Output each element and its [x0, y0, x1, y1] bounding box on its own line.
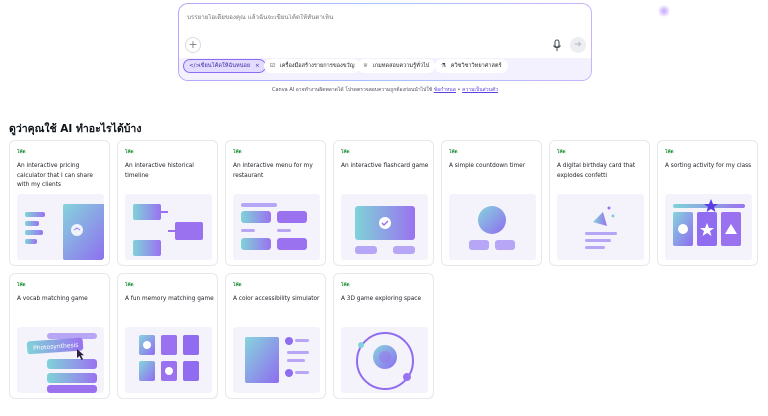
code-icon: </> [189, 63, 201, 69]
send-button[interactable]: ➔ [570, 37, 586, 53]
card-sorting-activity[interactable]: โค้ด A sorting activity for my class [657, 140, 758, 266]
card-thumbnail [557, 194, 644, 260]
card-thumbnail [233, 194, 320, 260]
card-color-accessibility[interactable]: โค้ด A color accessibility simulator [225, 273, 326, 399]
close-icon[interactable]: × [255, 63, 260, 69]
card-title: A 3D game exploring space [341, 296, 422, 302]
chip-label: เกมทดสอบความรู้ทั่วไป [372, 63, 430, 69]
card-space-game[interactable]: โค้ด A 3D game exploring space [333, 273, 434, 399]
code-badge: โค้ด [125, 150, 134, 155]
code-badge: โค้ด [665, 150, 674, 155]
card-thumbnail [665, 194, 752, 260]
trophy-icon: ♕ [363, 63, 369, 69]
code-badge: โค้ด [449, 150, 458, 155]
code-badge: โค้ด [557, 150, 566, 155]
chip-trivia-game[interactable]: ♕ เกมทดสอบความรู้ทั่วไป [357, 59, 436, 73]
microphone-icon [553, 39, 561, 51]
privacy-link[interactable]: ความเป็นส่วนตัว [462, 87, 498, 93]
chip-label: เครื่องมือสร้างรายการของขวัญ [279, 63, 355, 69]
chip-gift-list[interactable]: ☑ เครื่องมือสร้างรายการของขวัญ [264, 59, 361, 73]
card-thumbnail [341, 327, 428, 393]
card-title: An interactive historical timeline [125, 163, 194, 179]
card-title: A vocab matching game [17, 296, 88, 302]
science-icon: ⚗ [441, 63, 447, 69]
ai-disclaimer: Canva AI อาจทำงานผิดพลาดได้ โปรดตรวจสอบค… [178, 86, 592, 94]
code-badge: โค้ด [233, 150, 242, 155]
card-historical-timeline[interactable]: โค้ด An interactive historical timeline [117, 140, 218, 266]
card-countdown-timer[interactable]: โค้ด A simple countdown timer [441, 140, 542, 266]
card-vocab-matching[interactable]: โค้ด A vocab matching game Photosynthesi… [9, 273, 110, 399]
code-badge: โค้ด [17, 150, 26, 155]
card-flashcard-game[interactable]: โค้ด An interactive flashcard game [333, 140, 434, 266]
plus-icon: + [188, 38, 198, 51]
code-badge: โค้ด [341, 283, 350, 288]
card-title: A fun memory matching game [125, 296, 214, 302]
card-birthday-card[interactable]: โค้ด A digital birthday card that explod… [549, 140, 650, 266]
disclaimer-text: Canva AI อาจทำงานผิดพลาดได้ โปรดตรวจสอบค… [271, 87, 434, 93]
arrow-right-icon: ➔ [574, 40, 582, 50]
card-thumbnail [125, 194, 212, 260]
card-title: A sorting activity for my class [665, 163, 752, 169]
card-pricing-calculator[interactable]: โค้ด An interactive pricing calculator t… [9, 140, 110, 266]
terms-link[interactable]: ข้อกำหนด [434, 87, 456, 93]
add-attachment-button[interactable]: + [185, 37, 201, 53]
card-title: An interactive pricing calculator that I… [17, 163, 93, 188]
chip-label: เขียนโค้ดให้ฉันหน่อย [198, 63, 251, 69]
code-badge: โค้ด [341, 150, 350, 155]
chip-write-code[interactable]: </> เขียนโค้ดให้ฉันหน่อย × [183, 59, 266, 73]
card-title: An interactive flashcard game [341, 163, 429, 169]
card-title: A digital birthday card that explodes co… [557, 163, 636, 179]
chip-science-quiz[interactable]: ⚗ ควิซวิชาวิทยาศาสตร์ [435, 59, 508, 73]
section-title: ดูว่าคุณใช้ AI ทำอะไรได้บ้าง [9, 123, 142, 135]
code-badge: โค้ด [233, 283, 242, 288]
task-list-icon: ☑ [270, 63, 276, 69]
card-title: A simple countdown timer [449, 163, 526, 169]
card-thumbnail: Photosynthesis [17, 327, 104, 393]
card-title: An interactive menu for my restaurant [233, 163, 313, 179]
microphone-button[interactable] [551, 38, 563, 52]
card-title: A color accessibility simulator [233, 296, 320, 302]
card-restaurant-menu[interactable]: โค้ด An interactive menu for my restaura… [225, 140, 326, 266]
card-thumbnail [125, 327, 212, 393]
decorative-glow [658, 5, 670, 17]
card-thumbnail [17, 194, 104, 260]
code-badge: โค้ด [125, 283, 134, 288]
chip-label: ควิซวิชาวิทยาศาสตร์ [450, 63, 502, 69]
prompt-input[interactable] [187, 14, 567, 21]
card-thumbnail [449, 194, 536, 260]
card-memory-matching[interactable]: โค้ด A fun memory matching game [117, 273, 218, 399]
card-thumbnail [233, 327, 320, 393]
card-thumbnail [341, 194, 428, 260]
code-badge: โค้ด [17, 283, 26, 288]
